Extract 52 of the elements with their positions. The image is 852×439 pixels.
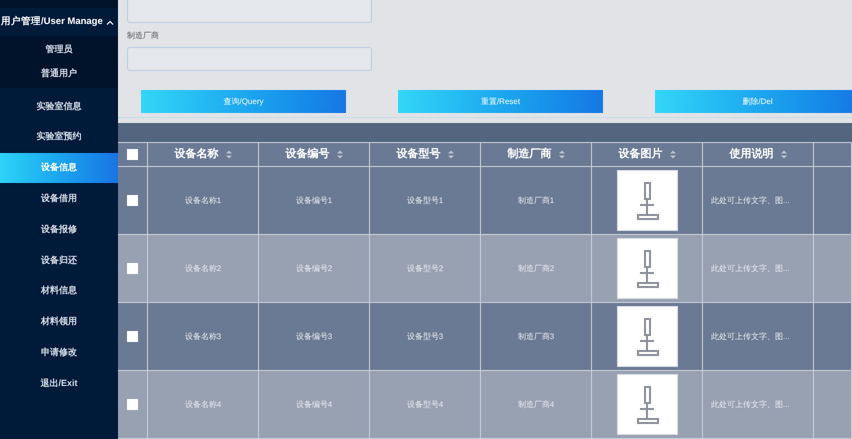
- checkbox[interactable]: [127, 263, 138, 274]
- sort-icon[interactable]: [558, 150, 564, 160]
- column-header[interactable]: 使用说明: [730, 146, 774, 163]
- sort-icon[interactable]: [670, 150, 676, 160]
- table-cell: 设备名称2: [184, 262, 222, 274]
- table-cell: 设备名称1: [184, 194, 222, 206]
- table-cell: 此处可上传文字、图...: [711, 330, 790, 342]
- table-cell: 设备型号3: [406, 330, 444, 342]
- table-cell: 制造厂商3: [518, 330, 554, 342]
- sort-icon[interactable]: [448, 150, 454, 160]
- sidebar-item[interactable]: 设备借用: [0, 183, 118, 214]
- column-header[interactable]: 设备型号: [396, 146, 440, 163]
- sidebar-item[interactable]: 设备报修: [0, 214, 118, 245]
- table-cell: 设备编号1: [296, 194, 332, 206]
- sidebar-subitem[interactable]: 普通用户: [0, 62, 118, 86]
- sidebar-item[interactable]: 退出/Exit: [0, 368, 118, 399]
- checkbox[interactable]: [127, 195, 138, 206]
- sidebar-item[interactable]: 实验室信息: [0, 91, 118, 122]
- sort-icon[interactable]: [226, 150, 232, 160]
- table-cell: 此处可上传文字、图...: [711, 194, 790, 206]
- table-cell: 设备型号4: [406, 398, 444, 410]
- sidebar-subitem[interactable]: 管理员: [0, 38, 118, 62]
- table-cell: 设备编号2: [296, 262, 332, 274]
- sidebar-item[interactable]: 申请修改: [0, 337, 118, 368]
- table-cell: 设备名称4: [184, 398, 222, 410]
- table-cell: 此处可上传文字、图...: [711, 398, 790, 410]
- table-cell: 设备型号1: [406, 194, 444, 206]
- column-header[interactable]: 设备编号: [286, 146, 330, 163]
- column-header[interactable]: 设备名称: [174, 146, 218, 163]
- table-cell: 设备编号3: [296, 330, 332, 342]
- table-cell: 制造厂商2: [518, 262, 554, 274]
- column-header[interactable]: 设备图片: [618, 146, 662, 163]
- table-cell: 设备名称3: [184, 330, 222, 342]
- input-field[interactable]: [127, 47, 372, 71]
- table-cell: 设备编号4: [296, 398, 332, 410]
- checkbox[interactable]: [127, 331, 138, 342]
- table-cell: 设备型号2: [406, 262, 444, 274]
- sort-icon[interactable]: [336, 150, 342, 160]
- sidebar-item[interactable]: 实验室预约: [0, 122, 118, 153]
- sidebar-item[interactable]: 材料信息: [0, 276, 118, 307]
- sidebar-item[interactable]: 材料领用: [0, 306, 118, 338]
- table-cell: 制造厂商1: [518, 194, 554, 206]
- column-header[interactable]: 制造厂商: [508, 146, 552, 163]
- table-cell: 制造厂商4: [518, 398, 554, 410]
- checkbox[interactable]: [127, 399, 138, 410]
- table-cell: 此处可上传文字、图...: [711, 262, 790, 274]
- chevron-icon: [106, 20, 114, 24]
- input-field[interactable]: [127, 0, 372, 23]
- sort-icon[interactable]: [780, 150, 786, 160]
- sidebar-item[interactable]: 设备归还: [0, 244, 118, 276]
- field-label: 制造厂商: [127, 30, 160, 42]
- checkbox[interactable]: [127, 149, 138, 160]
